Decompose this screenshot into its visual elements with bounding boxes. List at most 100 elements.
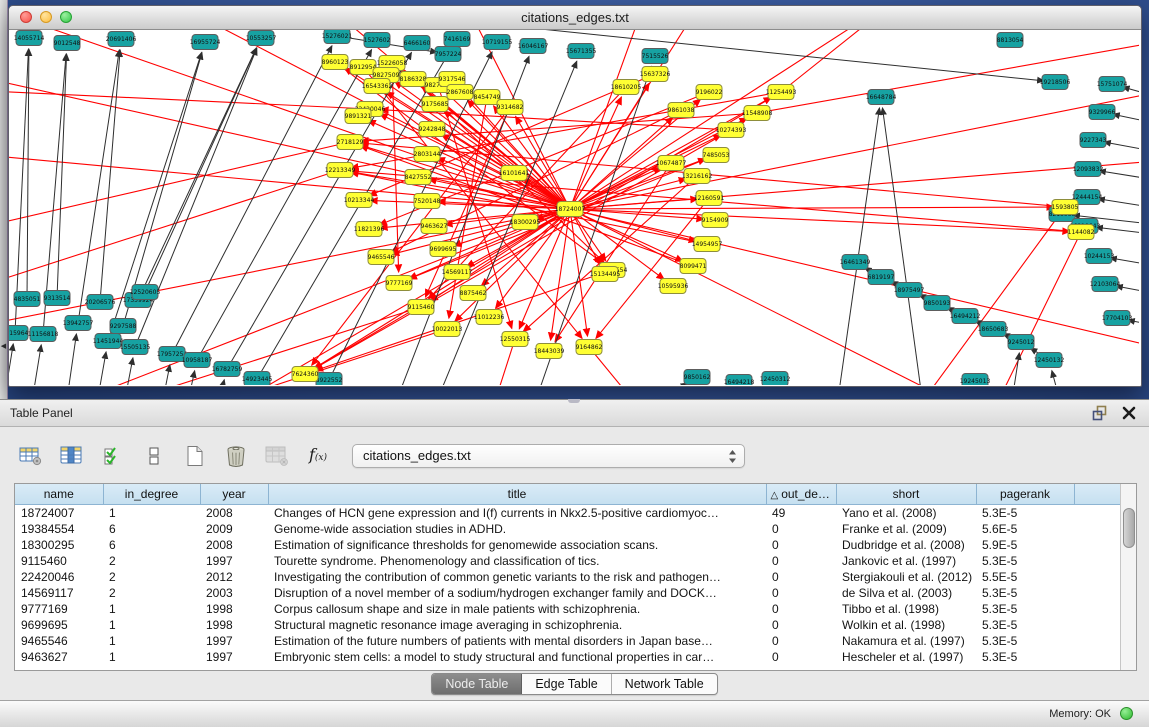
node[interactable]: 9329966 — [1089, 105, 1116, 120]
node[interactable]: 16046167 — [518, 39, 549, 54]
node[interactable]: 20691406 — [106, 32, 137, 47]
close-button[interactable] — [20, 11, 32, 23]
node[interactable]: 9012548 — [54, 36, 81, 51]
table-cell[interactable]: 18724007 — [15, 505, 103, 522]
table-cell[interactable]: 0 — [766, 649, 836, 665]
node[interactable]: 16494212 — [950, 309, 981, 324]
table-row[interactable]: 946362711997Embryonic stem cells: a mode… — [15, 649, 1121, 665]
node[interactable]: 6466160 — [404, 36, 431, 51]
node[interactable]: 16782759 — [212, 362, 243, 377]
collapse-arrow-icon[interactable]: ◀ — [0, 342, 7, 350]
node[interactable]: 14923445 — [242, 372, 273, 386]
table-cell[interactable]: 6 — [103, 537, 200, 553]
selected-node[interactable]: 8427552 — [405, 170, 432, 185]
selected-node[interactable]: 8875462 — [460, 286, 487, 301]
node[interactable]: 16955724 — [190, 35, 221, 50]
node[interactable]: 17704103 — [1102, 311, 1133, 326]
table-cell[interactable]: Estimation of the future numbers of pati… — [268, 633, 766, 649]
selected-node[interactable]: 9242848 — [419, 122, 446, 137]
node[interactable]: 9245012 — [1008, 335, 1035, 350]
splitter-handle[interactable] — [568, 399, 580, 403]
tab-edge-table[interactable]: Edge Table — [522, 674, 611, 694]
node[interactable]: 9227343 — [1080, 133, 1107, 148]
selected-node[interactable]: 8454749 — [474, 90, 501, 105]
selected-node[interactable]: 7520148 — [414, 194, 441, 209]
table-row[interactable]: 969969511998Structural magnetic resonanc… — [15, 617, 1121, 633]
table-cell[interactable]: 1998 — [200, 617, 268, 633]
selected-node[interactable]: 11821396 — [354, 222, 385, 237]
selected-node[interactable]: 14569117 — [442, 265, 473, 280]
selected-node[interactable]: 9115460 — [408, 300, 435, 315]
selected-node[interactable]: 9891321 — [345, 109, 372, 124]
table-cell[interactable]: 9465546 — [15, 633, 103, 649]
selected-node[interactable]: 9465546 — [368, 250, 395, 265]
selected-node[interactable]: 12550315 — [500, 332, 531, 347]
column-header-short[interactable]: short — [836, 484, 976, 505]
column-header-out-degree[interactable]: △out_de… — [766, 484, 836, 505]
node[interactable]: 18650683 — [978, 322, 1009, 337]
node[interactable]: 4835051 — [14, 292, 41, 307]
node[interactable]: 1527602 — [364, 33, 391, 48]
table-cell[interactable]: Nakamura et al. (1997) — [836, 633, 976, 649]
table-cell[interactable]: 0 — [766, 633, 836, 649]
table-cell[interactable]: 5.6E-5 — [976, 521, 1074, 537]
table-cell[interactable]: Embryonic stem cells: a model to study s… — [268, 649, 766, 665]
table-cell[interactable]: 18300295 — [15, 537, 103, 553]
table-row[interactable]: 1830029562008Estimation of significance … — [15, 537, 1121, 553]
selected-node[interactable]: 13216162 — [682, 169, 713, 184]
table-row[interactable]: 946554611997Estimation of the future num… — [15, 633, 1121, 649]
selected-node[interactable]: 9196022 — [696, 85, 723, 100]
selected-node[interactable]: 14954957 — [692, 237, 723, 252]
close-panel-icon[interactable] — [1121, 405, 1137, 421]
scrollbar-thumb[interactable] — [1123, 508, 1135, 548]
column-header-title[interactable]: title — [268, 484, 766, 505]
selected-node[interactable]: 18610205 — [611, 80, 642, 95]
node[interactable]: 15671355 — [566, 44, 597, 59]
table-cell[interactable]: 1 — [103, 649, 200, 665]
selected-node[interactable]: 2718129 — [337, 135, 364, 150]
table-cell[interactable]: 2 — [103, 553, 200, 569]
node[interactable]: 19218506 — [1040, 75, 1071, 90]
node[interactable]: 6819197 — [868, 270, 895, 285]
node[interactable]: 15276021 — [322, 30, 353, 44]
node[interactable]: 14055714 — [14, 31, 45, 46]
table-cell[interactable]: 49 — [766, 505, 836, 522]
table-cell[interactable]: 5.5E-5 — [976, 569, 1074, 585]
selected-node[interactable]: 9861038 — [668, 103, 695, 118]
node[interactable]: 15505135 — [120, 340, 151, 355]
table-cell[interactable]: Changes of HCN gene expression and I(f) … — [268, 505, 766, 522]
node[interactable]: 19245013 — [960, 374, 991, 386]
table-cell[interactable]: Wolkin et al. (1998) — [836, 617, 976, 633]
table-cell[interactable]: 2 — [103, 569, 200, 585]
table-cell[interactable]: 5.3E-5 — [976, 505, 1074, 522]
table-cell[interactable]: 9777169 — [15, 601, 103, 617]
table-cell[interactable]: 2008 — [200, 537, 268, 553]
float-panel-icon[interactable] — [1092, 405, 1108, 421]
table-cell[interactable]: Estimation of significance thresholds fo… — [268, 537, 766, 553]
table-cell[interactable]: 14569117 — [15, 585, 103, 601]
selected-node[interactable]: 10595936 — [658, 279, 689, 294]
network-canvas[interactable]: 1405571490125482069140616955724105532571… — [9, 30, 1139, 385]
node[interactable]: 18975497 — [894, 283, 925, 298]
table-cell[interactable]: 0 — [766, 601, 836, 617]
tab-network-table[interactable]: Network Table — [612, 674, 717, 694]
table-cell[interactable]: 5.3E-5 — [976, 585, 1074, 601]
selected-node[interactable]: 9777169 — [386, 276, 413, 291]
table-cell[interactable]: 2012 — [200, 569, 268, 585]
selected-node[interactable]: 9154909 — [702, 213, 729, 228]
selected-node[interactable]: 12213349 — [325, 163, 356, 178]
selected-node[interactable]: 9699695 — [430, 242, 457, 257]
table-vertical-scrollbar[interactable] — [1120, 484, 1136, 670]
selected-node[interactable]: 10022013 — [432, 322, 463, 337]
tab-node-table[interactable]: Node Table — [432, 674, 522, 694]
node[interactable]: 16461349 — [840, 255, 871, 270]
selected-node[interactable]: 10674877 — [656, 156, 687, 171]
table-row[interactable]: 1872400712008Changes of HCN gene express… — [15, 505, 1121, 522]
table-cell[interactable]: 5.3E-5 — [976, 601, 1074, 617]
table-cell[interactable]: Stergiakouli et al. (2012) — [836, 569, 976, 585]
table-selector[interactable]: citations_edges.txt — [352, 444, 745, 468]
table-cell[interactable]: 1 — [103, 601, 200, 617]
node[interactable]: 12093832 — [1073, 162, 1104, 177]
table-settings-button[interactable] — [18, 443, 44, 469]
checklist-button[interactable] — [100, 443, 126, 469]
